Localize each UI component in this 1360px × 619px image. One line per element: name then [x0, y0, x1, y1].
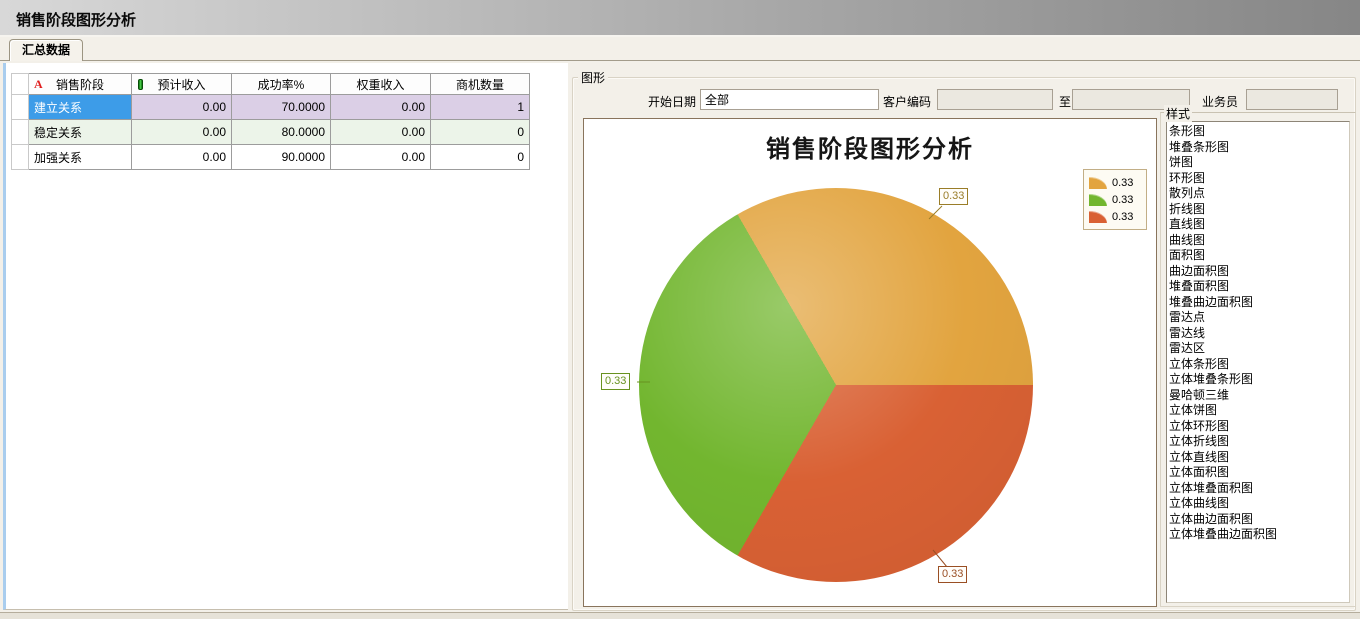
style-list-item[interactable]: 堆叠条形图 — [1169, 140, 1349, 156]
legend-value: 0.33 — [1112, 211, 1133, 223]
cell-stage[interactable]: 加强关系 — [29, 145, 132, 170]
row-indicator[interactable] — [12, 95, 29, 120]
legend-swatch-icon — [1089, 177, 1107, 189]
column-header-success-rate[interactable]: 成功率% — [232, 74, 331, 95]
column-header-label: 销售阶段 — [56, 78, 104, 92]
filter-row: 开始日期 客户编码 至 业务员 — [572, 89, 1356, 111]
style-list-item[interactable]: 环形图 — [1169, 171, 1349, 187]
style-list-item[interactable]: 堆叠曲边面积图 — [1169, 295, 1349, 311]
cell-stage[interactable]: 稳定关系 — [29, 120, 132, 145]
pie-chart-area: 销售阶段图形分析 0.33 0.33 0.33 — [583, 118, 1157, 607]
style-list-item[interactable]: 面积图 — [1169, 248, 1349, 264]
slice-value-label: 0.33 — [939, 188, 968, 205]
style-list-item[interactable]: 立体面积图 — [1169, 465, 1349, 481]
legend-value: 0.33 — [1112, 194, 1133, 206]
column-header-label: 成功率% — [258, 78, 305, 92]
slice-value-label: 0.33 — [601, 373, 630, 390]
row-indicator[interactable] — [12, 145, 29, 170]
style-list-item[interactable]: 堆叠面积图 — [1169, 279, 1349, 295]
style-list-item[interactable]: 立体折线图 — [1169, 434, 1349, 450]
graph-panel: 图形 开始日期 客户编码 至 业务员 销售阶段图形分析 0.33 — [572, 61, 1357, 612]
customer-code-from-input[interactable] — [937, 89, 1053, 110]
customer-code-label: 客户编码 — [883, 93, 931, 110]
row-indicator[interactable] — [12, 120, 29, 145]
tab-strip: 汇总数据 — [0, 39, 1360, 61]
legend-swatch-icon — [1089, 194, 1107, 206]
style-list-item[interactable]: 立体堆叠面积图 — [1169, 481, 1349, 497]
style-list-item[interactable]: 立体直线图 — [1169, 450, 1349, 466]
column-header-label: 权重收入 — [356, 78, 404, 92]
legend-swatch-icon — [1089, 211, 1107, 223]
cell-weighted-income[interactable]: 0.00 — [331, 120, 431, 145]
column-header-label: 预计收入 — [157, 78, 205, 92]
cell-expected-income[interactable]: 0.00 — [132, 120, 232, 145]
cell-success-rate[interactable]: 80.0000 — [232, 120, 331, 145]
salesman-label: 业务员 — [1202, 93, 1238, 110]
style-list-item[interactable]: 曲边面积图 — [1169, 264, 1349, 280]
style-list-item[interactable]: 雷达点 — [1169, 310, 1349, 326]
table-header-row: A 销售阶段 预计收入 成功率% 权重收入 商机数量 — [12, 74, 530, 95]
style-list-item[interactable]: 曲线图 — [1169, 233, 1349, 249]
content-panel: A 销售阶段 预计收入 成功率% 权重收入 商机数量 — [0, 61, 1360, 612]
style-list-item[interactable]: 立体条形图 — [1169, 357, 1349, 373]
legend-item: 0.33 — [1089, 191, 1140, 208]
table-row[interactable]: 建立关系 0.00 70.0000 0.00 1 — [12, 95, 530, 120]
start-date-input[interactable] — [700, 89, 879, 110]
cell-expected-income[interactable]: 0.00 — [132, 95, 232, 120]
cell-success-rate[interactable]: 70.0000 — [232, 95, 331, 120]
summary-grid-panel: A 销售阶段 预计收入 成功率% 权重收入 商机数量 — [3, 63, 568, 610]
style-list-item[interactable]: 立体饼图 — [1169, 403, 1349, 419]
cell-opportunity-count[interactable]: 1 — [431, 95, 530, 120]
column-header-stage[interactable]: A 销售阶段 — [29, 74, 132, 95]
cell-weighted-income[interactable]: 0.00 — [331, 95, 431, 120]
status-bar — [0, 612, 1360, 619]
style-list-item[interactable]: 雷达区 — [1169, 341, 1349, 357]
legend-item: 0.33 — [1089, 208, 1140, 225]
table-row[interactable]: 稳定关系 0.00 80.0000 0.00 0 — [12, 120, 530, 145]
legend-item: 0.33 — [1089, 174, 1140, 191]
style-list-item[interactable]: 立体堆叠曲边面积图 — [1169, 527, 1349, 543]
style-list-item[interactable]: 条形图 — [1169, 124, 1349, 140]
style-list-item[interactable]: 立体曲边面积图 — [1169, 512, 1349, 528]
column-header-opportunity-count[interactable]: 商机数量 — [431, 74, 530, 95]
style-list-item[interactable]: 散列点 — [1169, 186, 1349, 202]
style-list-item[interactable]: 饼图 — [1169, 155, 1349, 171]
style-list-item[interactable]: 立体环形图 — [1169, 419, 1349, 435]
row-indicator-header — [12, 74, 29, 95]
table-row[interactable]: 加强关系 0.00 90.0000 0.00 0 — [12, 145, 530, 170]
style-list-item[interactable]: 曼哈顿三维 — [1169, 388, 1349, 404]
cell-stage[interactable]: 建立关系 — [29, 95, 132, 120]
chart-title: 销售阶段图形分析 — [584, 129, 1156, 164]
column-header-weighted-income[interactable]: 权重收入 — [331, 74, 431, 95]
chart-style-list[interactable]: 条形图堆叠条形图饼图环形图散列点折线图直线图曲线图面积图曲边面积图堆叠面积图堆叠… — [1166, 121, 1350, 603]
start-date-label: 开始日期 — [648, 93, 696, 110]
style-list-item[interactable]: 折线图 — [1169, 202, 1349, 218]
text-field-icon: A — [34, 77, 43, 92]
salesman-input[interactable] — [1246, 89, 1338, 110]
cell-opportunity-count[interactable]: 0 — [431, 145, 530, 170]
pie-chart[interactable] — [639, 188, 1033, 582]
style-list-item[interactable]: 立体曲线图 — [1169, 496, 1349, 512]
column-header-expected-income[interactable]: 预计收入 — [132, 74, 232, 95]
to-label: 至 — [1059, 93, 1071, 110]
graph-group-label: 图形 — [578, 69, 608, 86]
cell-expected-income[interactable]: 0.00 — [132, 145, 232, 170]
slice-value-label: 0.33 — [938, 566, 967, 583]
legend-value: 0.33 — [1112, 177, 1133, 189]
cell-opportunity-count[interactable]: 0 — [431, 120, 530, 145]
chart-legend: 0.33 0.33 0.33 — [1083, 169, 1147, 230]
cell-success-rate[interactable]: 90.0000 — [232, 145, 331, 170]
sales-stage-table: A 销售阶段 预计收入 成功率% 权重收入 商机数量 — [11, 73, 530, 170]
style-group-label: 样式 — [1164, 105, 1192, 122]
page-title: 销售阶段图形分析 — [16, 9, 136, 30]
style-list-item[interactable]: 雷达线 — [1169, 326, 1349, 342]
style-list-item[interactable]: 立体堆叠条形图 — [1169, 372, 1349, 388]
column-header-label: 商机数量 — [456, 78, 504, 92]
window-title-bar: 销售阶段图形分析 — [0, 0, 1360, 37]
number-field-icon — [138, 79, 143, 90]
cell-weighted-income[interactable]: 0.00 — [331, 145, 431, 170]
style-list-item[interactable]: 直线图 — [1169, 217, 1349, 233]
tab-summary-data[interactable]: 汇总数据 — [9, 39, 83, 61]
